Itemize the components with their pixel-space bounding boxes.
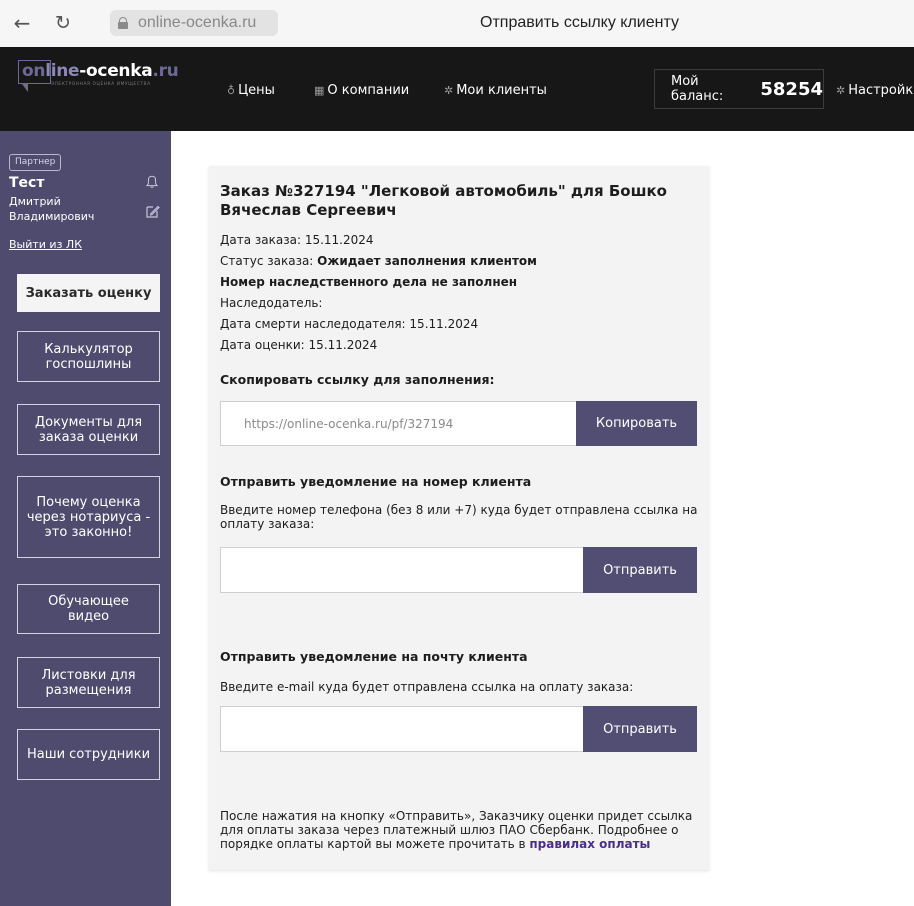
nav-prices-label: Цены xyxy=(238,83,275,98)
order-card: Заказ №327194 "Легковой автомобиль" для … xyxy=(209,166,709,870)
price-tag-icon: ♁ xyxy=(227,84,236,97)
phone-input[interactable] xyxy=(220,547,584,593)
logout-link[interactable]: Выйти из ЛК xyxy=(9,238,82,251)
order-date: Дата заказа: 15.11.2024 xyxy=(220,233,374,247)
order-title: Заказ №327194 "Легковой автомобиль" для … xyxy=(220,182,667,219)
logo-part-on: on xyxy=(22,61,46,81)
sidebar-item-documents[interactable]: Документы для заказа оценки xyxy=(17,404,160,455)
order-valuation-button[interactable]: Заказать оценку xyxy=(17,274,160,312)
balance-label: Мой баланс: xyxy=(671,74,724,104)
death-date: Дата смерти наследодателя: 15.11.2024 xyxy=(220,317,478,331)
nav-company-label: О компании xyxy=(327,83,410,98)
copy-link-label: Скопировать ссылку для заполнения: xyxy=(220,372,495,387)
email-help-text: Введите e-mail куда будет отправлена ссы… xyxy=(220,680,634,694)
partner-badge: Партнер xyxy=(9,154,62,171)
valuation-date-value: 15.11.2024 xyxy=(308,338,378,352)
browser-toolbar: ← ↻ online-ocenka.ru Отправить ссылку кл… xyxy=(0,0,914,47)
send-phone-button[interactable]: Отправить xyxy=(583,547,697,593)
email-input[interactable] xyxy=(220,706,584,752)
payment-notice: После нажатия на кнопку «Отправить», Зак… xyxy=(220,809,700,851)
site-header: online-ocenka.ru ЭЛЕКТРОННАЯ ОЦЕНКА ИМУЩ… xyxy=(0,47,914,131)
nav-clients[interactable]: ✲ Мои клиенты xyxy=(444,83,547,98)
fill-link-field[interactable]: https://online-ocenka.ru/pf/327194 xyxy=(220,401,577,446)
copy-button[interactable]: Копировать xyxy=(576,401,697,446)
sidebar-item-leaflets[interactable]: Листовки для размещения xyxy=(17,657,160,708)
logo-part-line: line xyxy=(45,61,80,81)
case-number-text: Номер наследственного дела не заполнен xyxy=(220,275,518,289)
nav-settings[interactable]: ✲Настройки xyxy=(836,83,914,98)
send-email-button[interactable]: Отправить xyxy=(583,706,697,752)
phone-notify-label: Отправить уведомление на номер клиента xyxy=(220,474,532,489)
site-logo[interactable]: online-ocenka.ru ЭЛЕКТРОННАЯ ОЦЕНКА ИМУЩ… xyxy=(18,60,179,92)
payment-rules-link[interactable]: правилах оплаты xyxy=(529,837,650,851)
sidebar-item-staff[interactable]: Наши сотрудники xyxy=(17,729,160,780)
nav-settings-label: Настройки xyxy=(848,83,914,98)
heir-line: Наследодатель: xyxy=(220,296,322,310)
user-patronymic: Дмитрий Владимирович xyxy=(9,194,94,224)
valuation-date: Дата оценки: 15.11.2024 xyxy=(220,338,377,352)
case-number-notice: Номер наследственного дела не заполнен xyxy=(220,275,517,289)
bell-icon[interactable] xyxy=(146,175,158,189)
email-notify-label: Отправить уведомление на почту клиента xyxy=(220,649,528,664)
user-first-name: Дмитрий xyxy=(9,195,61,208)
nav-company[interactable]: ▦ О компании xyxy=(314,83,409,98)
nav-prices[interactable]: ♁ Цены xyxy=(227,83,275,98)
logo-part-ocenka: ocenka xyxy=(86,61,153,81)
logo-part-ru: .ru xyxy=(152,61,179,81)
gear-icon: ✲ xyxy=(444,84,454,97)
settings-gear-icon: ✲ xyxy=(836,84,846,97)
order-date-value: 15.11.2024 xyxy=(304,233,374,247)
balance-value: 58254 xyxy=(760,78,823,100)
sidebar-item-fee-calculator[interactable]: Калькулятор госпошлины xyxy=(17,331,160,382)
user-middle-name: Владимирович xyxy=(9,210,95,223)
edit-icon[interactable] xyxy=(145,204,160,219)
balance-box[interactable]: Мой баланс: 58254 xyxy=(654,69,824,109)
death-date-value: 15.11.2024 xyxy=(409,317,479,331)
order-status-label: Статус заказа: xyxy=(220,254,314,268)
death-date-label: Дата смерти наследодателя: xyxy=(220,317,406,331)
heir-label: Наследодатель: xyxy=(220,296,323,310)
sidebar-item-training-video[interactable]: Обучающее видео xyxy=(17,584,160,634)
phone-help-text: Введите номер телефона (без 8 или +7) ку… xyxy=(220,503,698,531)
user-name: Тест xyxy=(9,175,45,191)
sidebar: Партнер Тест Дмитрий Владимирович Выйти … xyxy=(0,131,171,906)
building-icon: ▦ xyxy=(314,84,325,97)
nav-clients-label: Мои клиенты xyxy=(456,83,547,98)
logo-tagline: ЭЛЕКТРОННАЯ ОЦЕНКА ИМУЩЕСТВА xyxy=(51,82,151,87)
order-date-label: Дата заказа: xyxy=(220,233,301,247)
valuation-date-label: Дата оценки: xyxy=(220,338,305,352)
sidebar-item-why-notary[interactable]: Почему оценка через нотариуса - это зако… xyxy=(17,476,160,558)
order-status: Статус заказа: Ожидает заполнения клиент… xyxy=(220,254,537,268)
order-status-value: Ожидает заполнения клиентом xyxy=(317,254,537,268)
page-title: Отправить ссылку клиенту xyxy=(480,14,679,31)
